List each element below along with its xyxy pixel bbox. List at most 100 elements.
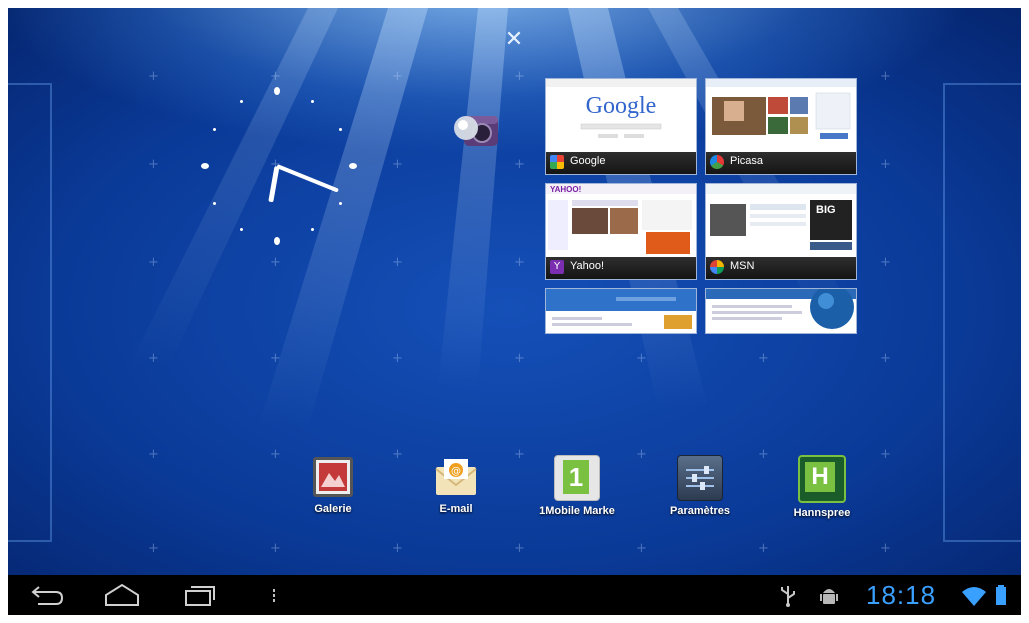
android-debug-icon[interactable] xyxy=(818,581,840,609)
menu-button[interactable] xyxy=(268,581,280,609)
grid-plus-mark: + xyxy=(392,255,403,270)
grid-plus-mark: + xyxy=(880,447,891,462)
grid-plus-mark: + xyxy=(392,157,403,172)
grid-plus-mark: + xyxy=(270,351,281,366)
app-parametres[interactable]: Paramètres xyxy=(650,455,750,517)
home-button[interactable] xyxy=(100,581,144,609)
grid-plus-mark: + xyxy=(270,447,281,462)
grid-plus-mark: + xyxy=(148,157,159,172)
grid-plus-mark: + xyxy=(514,351,525,366)
yahoo-icon: Y xyxy=(550,260,564,274)
app-label: Paramètres xyxy=(670,505,730,517)
back-button[interactable] xyxy=(26,581,66,609)
analog-clock-widget[interactable] xyxy=(193,80,363,250)
grid-plus-mark: + xyxy=(514,69,525,84)
google-icon xyxy=(550,155,564,169)
settings-icon xyxy=(677,455,723,501)
grid-plus-mark: + xyxy=(758,447,769,462)
bookmark-thumbnail xyxy=(706,289,856,333)
bookmark-5[interactable] xyxy=(545,288,697,334)
grid-plus-mark: + xyxy=(880,157,891,172)
bookmark-label-bar: Google xyxy=(546,152,696,174)
status-time: 18:18 xyxy=(866,580,937,610)
grid-plus-mark: + xyxy=(880,351,891,366)
clock-minute-hand xyxy=(276,164,339,193)
app-label: Hannspree xyxy=(793,507,851,519)
battery-icon[interactable] xyxy=(994,581,1008,609)
grid-plus-mark: + xyxy=(392,447,403,462)
app-label: Galerie xyxy=(314,503,352,515)
app-email[interactable]: @ E-mail xyxy=(406,455,506,515)
bookmark-label-bar: Picasa xyxy=(706,152,856,174)
camera-widget-icon[interactable] xyxy=(446,108,500,152)
clock-tick xyxy=(213,128,216,131)
clock-mark-6 xyxy=(274,237,280,245)
close-button[interactable]: ✕ xyxy=(500,26,528,54)
clock-mark-9 xyxy=(201,163,209,169)
msn-shot-headline: BIG xyxy=(816,204,836,216)
grid-plus-mark: + xyxy=(148,255,159,270)
bookmark-6[interactable] xyxy=(705,288,857,334)
bookmark-yahoo[interactable]: YAHOO! Y Yahoo! xyxy=(545,183,697,280)
yahoo-logo: YAHOO! xyxy=(550,185,582,194)
app-label: 1Mobile Marke xyxy=(539,505,615,517)
left-panel-edge[interactable] xyxy=(8,83,52,542)
grid-plus-mark: + xyxy=(392,69,403,84)
bookmark-title: Yahoo! xyxy=(570,260,605,272)
grid-plus-mark: + xyxy=(880,541,891,556)
grid-plus-mark: + xyxy=(636,447,647,462)
grid-plus-mark: + xyxy=(148,351,159,366)
bookmark-thumbnail xyxy=(546,289,696,333)
grid-plus-mark: + xyxy=(758,351,769,366)
grid-plus-mark: + xyxy=(392,351,403,366)
home-screen: + + + + + + + + + + + + + + + + + + + + + + + + + + + + + + + + + + + + ✕ xyxy=(8,8,1021,615)
recent-apps-button[interactable] xyxy=(180,581,220,609)
grid-plus-mark: + xyxy=(514,255,525,270)
svg-text:@: @ xyxy=(451,466,461,477)
bookmark-title: Google xyxy=(570,155,606,167)
home-icon xyxy=(105,583,139,606)
system-navigation-bar: 18:18 xyxy=(8,575,1021,615)
clock-tick xyxy=(339,128,342,131)
wallpaper: + + + + + + + + + + + + + + + + + + + + + + + + + + + + + + + + + + + + ✕ xyxy=(8,8,1021,575)
1mobile-glyph: 1 xyxy=(563,460,589,494)
picasa-icon xyxy=(710,155,724,169)
grid-plus-mark: + xyxy=(148,69,159,84)
gallery-icon xyxy=(311,455,355,499)
clock-hour-hand xyxy=(268,166,280,203)
bookmark-msn[interactable]: BIG MSN xyxy=(705,183,857,280)
clock-tick xyxy=(240,228,243,231)
grid-plus-mark: + xyxy=(514,447,525,462)
grid-plus-mark: + xyxy=(148,541,159,556)
bookmark-picasa[interactable]: Picasa xyxy=(705,78,857,175)
grid-plus-mark: + xyxy=(636,351,647,366)
bookmark-label-bar: MSN xyxy=(706,257,856,279)
app-1mobile-market[interactable]: 1 1Mobile Marke xyxy=(527,455,627,517)
wifi-icon[interactable] xyxy=(960,581,988,609)
grid-plus-mark: + xyxy=(392,541,403,556)
clock-tick xyxy=(213,202,216,205)
grid-plus-mark: + xyxy=(514,157,525,172)
grid-plus-mark: + xyxy=(148,447,159,462)
grid-plus-mark: + xyxy=(514,541,525,556)
browser-bookmarks-widget[interactable]: Google Google Picasa YAHOO! Y Yahoo! BIG… xyxy=(545,78,861,338)
bookmark-label-bar: Y Yahoo! xyxy=(546,257,696,279)
menu-dots-icon xyxy=(273,589,275,602)
usb-icon[interactable] xyxy=(778,581,798,609)
msn-icon xyxy=(710,260,724,274)
back-icon xyxy=(31,586,64,605)
grid-plus-mark: + xyxy=(758,541,769,556)
app-hannspree[interactable]: H Hannspree xyxy=(772,455,872,519)
grid-plus-mark: + xyxy=(270,541,281,556)
grid-plus-mark: + xyxy=(880,69,891,84)
bookmark-google[interactable]: Google Google xyxy=(545,78,697,175)
clock-mark-3 xyxy=(349,163,357,169)
clock-tick xyxy=(311,228,314,231)
clock-mark-12 xyxy=(274,87,280,95)
clock-tick xyxy=(311,100,314,103)
app-galerie[interactable]: Galerie xyxy=(283,455,383,515)
grid-plus-mark: + xyxy=(880,255,891,270)
bookmark-title: Picasa xyxy=(730,155,764,167)
google-logo: Google xyxy=(585,93,657,119)
right-panel-edge[interactable] xyxy=(943,83,1021,542)
